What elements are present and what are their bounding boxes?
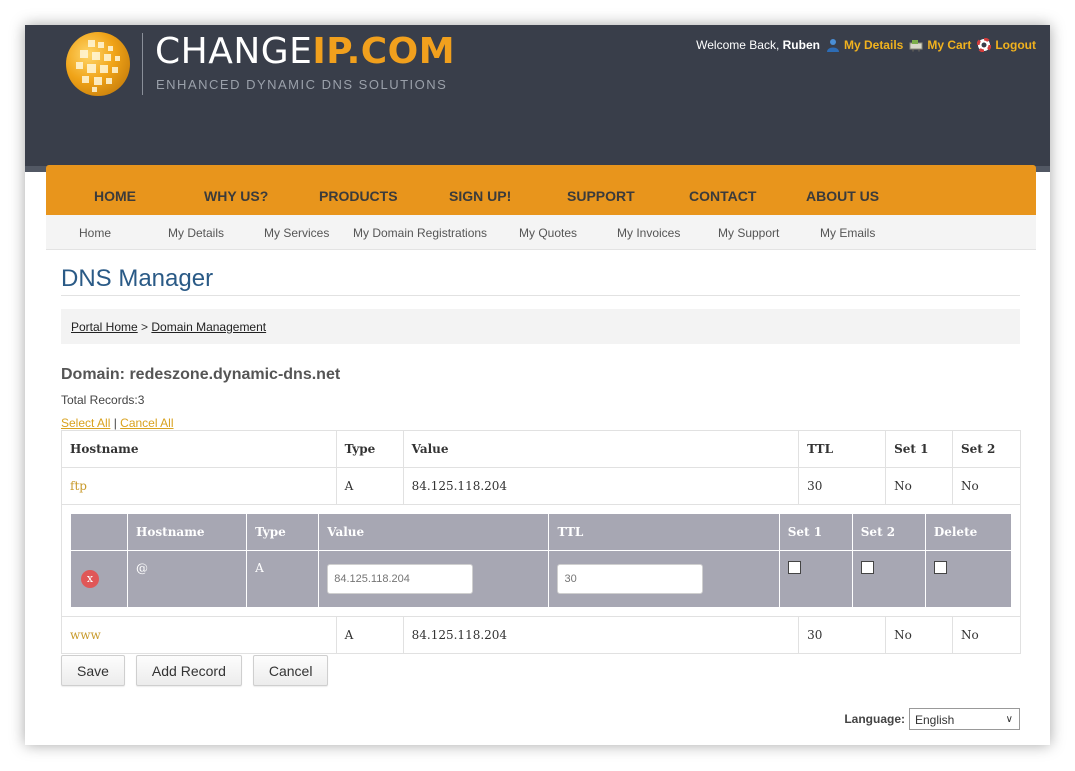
subnav-my-services[interactable]: My Services bbox=[264, 226, 329, 240]
user-icon bbox=[826, 39, 839, 52]
subnav-my-details[interactable]: My Details bbox=[168, 226, 224, 240]
edit-col-set1: Set 1 bbox=[778, 513, 853, 551]
edit-col-hostname: Hostname bbox=[127, 513, 248, 551]
breadcrumb-portal-home[interactable]: Portal Home bbox=[71, 320, 138, 334]
record-set1: No bbox=[885, 467, 953, 505]
record-set2: No bbox=[952, 467, 1021, 505]
edit-hostname: @ bbox=[127, 550, 248, 608]
my-cart-link[interactable]: My Cart bbox=[909, 38, 971, 52]
edit-record-table: Hostname Type Value TTL Set 1 Set 2 Dele… bbox=[69, 513, 1013, 608]
select-links: Select All | Cancel All bbox=[61, 416, 174, 430]
logout-link[interactable]: Logout bbox=[977, 38, 1036, 52]
site-logo[interactable]: CHANGEIP.COM bbox=[155, 31, 455, 72]
cart-icon bbox=[909, 40, 923, 52]
domain-title: Domain: redeszone.dynamic-dns.net bbox=[61, 366, 341, 383]
page-title: DNS Manager bbox=[61, 265, 214, 292]
table-header-row: Hostname Type Value TTL Set 1 Set 2 bbox=[61, 430, 1021, 468]
language-select[interactable]: English ∨ bbox=[909, 708, 1020, 730]
record-value: 84.125.118.204 bbox=[402, 616, 800, 654]
edit-col-delete: Delete bbox=[924, 513, 1013, 551]
account-bar: Welcome Back, Ruben My Details My Cart L… bbox=[696, 38, 1036, 52]
value-input[interactable] bbox=[327, 564, 474, 594]
set2-checkbox[interactable] bbox=[860, 561, 874, 574]
edit-col-value: Value bbox=[318, 513, 550, 551]
record-host-link[interactable]: www bbox=[70, 628, 101, 642]
col-type: Type bbox=[335, 430, 404, 468]
edit-col-ttl: TTL bbox=[548, 513, 780, 551]
main-nav: HOME WHY US? PRODUCTS SIGN UP! SUPPORT C… bbox=[46, 165, 1036, 215]
subnav-home[interactable]: Home bbox=[79, 226, 111, 240]
edit-header-row: Hostname Type Value TTL Set 1 Set 2 Dele… bbox=[69, 513, 1013, 551]
browser-frame: CHANGEIP.COM ENHANCED DYNAMIC DNS SOLUTI… bbox=[25, 25, 1050, 745]
remove-record-close-icon[interactable]: x bbox=[81, 570, 99, 588]
record-type: A bbox=[335, 467, 404, 505]
breadcrumb-domain-management[interactable]: Domain Management bbox=[151, 320, 266, 334]
record-ttl: 30 bbox=[798, 616, 887, 654]
logo-text-main: CHANGE bbox=[155, 31, 313, 72]
record-type: A bbox=[335, 616, 404, 654]
edit-input-row: x @ A bbox=[69, 550, 1013, 608]
logo-text-accent: IP.COM bbox=[312, 31, 456, 72]
record-set2: No bbox=[952, 616, 1021, 654]
my-details-link[interactable]: My Details bbox=[826, 38, 903, 52]
lifebuoy-icon bbox=[977, 38, 992, 52]
set1-checkbox[interactable] bbox=[787, 561, 801, 574]
language-selected-value: English bbox=[915, 713, 955, 727]
subnav-my-domain-registrations[interactable]: My Domain Registrations bbox=[353, 226, 487, 240]
table-row: www A 84.125.118.204 30 No No bbox=[61, 616, 1021, 654]
language-selector: Language: English ∨ bbox=[844, 708, 1020, 730]
cancel-button[interactable]: Cancel bbox=[252, 655, 329, 686]
nav-why-us[interactable]: WHY US? bbox=[204, 188, 268, 204]
globe-logo-icon bbox=[66, 32, 130, 96]
title-divider bbox=[61, 295, 1020, 296]
breadcrumb-separator: > bbox=[137, 320, 152, 334]
language-label: Language: bbox=[844, 712, 905, 726]
nav-about-us[interactable]: ABOUT US bbox=[806, 188, 879, 204]
col-value: Value bbox=[402, 430, 800, 468]
edit-col-set2: Set 2 bbox=[851, 513, 926, 551]
dns-records-table: Hostname Type Value TTL Set 1 Set 2 ftp … bbox=[61, 430, 1021, 654]
user-name: Ruben bbox=[782, 38, 820, 52]
delete-checkbox[interactable] bbox=[933, 561, 947, 574]
total-records: Total Records:3 bbox=[61, 393, 145, 407]
col-ttl: TTL bbox=[798, 430, 887, 468]
logo-tagline: ENHANCED DYNAMIC DNS SOLUTIONS bbox=[156, 77, 448, 92]
record-value: 84.125.118.204 bbox=[402, 467, 800, 505]
table-row: ftp A 84.125.118.204 30 No No bbox=[61, 467, 1021, 505]
nav-home[interactable]: HOME bbox=[94, 188, 136, 204]
nav-contact[interactable]: CONTACT bbox=[689, 188, 756, 204]
select-all-link[interactable]: Select All bbox=[61, 416, 110, 430]
col-set1: Set 1 bbox=[885, 430, 953, 468]
subnav-my-emails[interactable]: My Emails bbox=[820, 226, 875, 240]
sub-nav: Home My Details My Services My Domain Re… bbox=[46, 215, 1036, 250]
add-record-button[interactable]: Add Record bbox=[135, 655, 242, 686]
welcome-text: Welcome Back, Ruben bbox=[696, 38, 820, 52]
nav-support[interactable]: SUPPORT bbox=[567, 188, 635, 204]
record-ttl: 30 bbox=[798, 467, 887, 505]
col-hostname: Hostname bbox=[61, 430, 337, 468]
edit-record-row: Hostname Type Value TTL Set 1 Set 2 Dele… bbox=[61, 504, 1021, 617]
save-button[interactable]: Save bbox=[61, 655, 125, 686]
breadcrumb: Portal Home > Domain Management bbox=[61, 309, 1020, 344]
nav-products[interactable]: PRODUCTS bbox=[319, 188, 398, 204]
logo-divider bbox=[142, 33, 143, 95]
chevron-down-icon: ∨ bbox=[1005, 714, 1013, 725]
col-set2: Set 2 bbox=[952, 430, 1021, 468]
subnav-my-invoices[interactable]: My Invoices bbox=[617, 226, 680, 240]
nav-sign-up[interactable]: SIGN UP! bbox=[449, 188, 511, 204]
edit-col-type: Type bbox=[246, 513, 320, 551]
site-header: CHANGEIP.COM ENHANCED DYNAMIC DNS SOLUTI… bbox=[25, 25, 1050, 166]
action-buttons: Save Add Record Cancel bbox=[61, 655, 329, 686]
record-set1: No bbox=[885, 616, 953, 654]
subnav-my-support[interactable]: My Support bbox=[718, 226, 779, 240]
record-host-link[interactable]: ftp bbox=[70, 479, 87, 493]
subnav-my-quotes[interactable]: My Quotes bbox=[519, 226, 577, 240]
edit-type: A bbox=[246, 550, 320, 608]
cancel-all-link[interactable]: Cancel All bbox=[120, 416, 173, 430]
ttl-input[interactable] bbox=[557, 564, 704, 594]
